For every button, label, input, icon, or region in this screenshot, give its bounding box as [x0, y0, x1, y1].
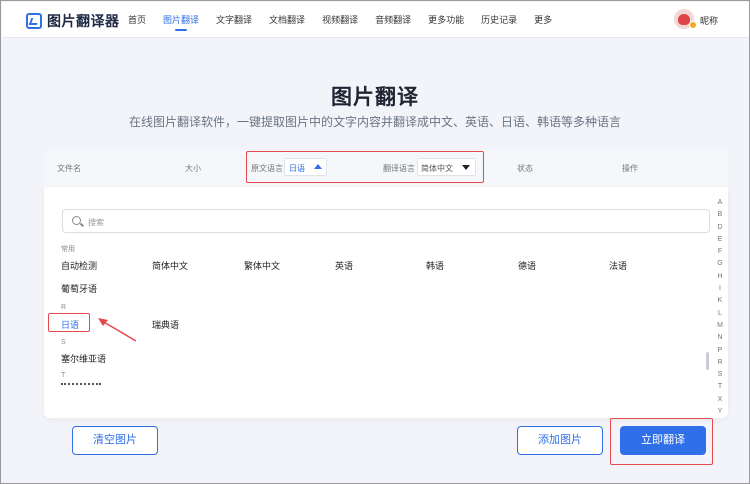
- file-table-card: 文件名 大小 原文语言 日语 翻译语言 简体中文 状态 操作 搜索 常用 自动检…: [44, 150, 728, 418]
- index-letter[interactable]: E: [715, 234, 725, 246]
- nav-item-doc-translate[interactable]: 文档翻译: [269, 2, 305, 38]
- index-letter[interactable]: F: [715, 246, 725, 258]
- logo[interactable]: 图片翻译器: [26, 11, 120, 31]
- dropdown-scrollbar[interactable]: [706, 352, 709, 370]
- index-letter[interactable]: T: [715, 381, 725, 393]
- nav-item-video-translate[interactable]: 视频翻译: [322, 2, 358, 38]
- index-letter[interactable]: X: [715, 394, 725, 406]
- nav-item-history[interactable]: 历史记录: [481, 2, 517, 38]
- lang-option-cut-off[interactable]: [61, 383, 101, 387]
- app-name: 图片翻译器: [47, 13, 120, 29]
- col-size: 大小: [185, 164, 201, 173]
- index-letter[interactable]: P: [715, 345, 725, 357]
- index-letter[interactable]: K: [715, 295, 725, 307]
- col-status: 状态: [517, 164, 533, 173]
- app-window: 图片翻译器 首页 图片翻译 文字翻译 文档翻译 视频翻译 音频翻译 更多功能 历…: [0, 0, 750, 484]
- translate-highlight-box: [610, 418, 713, 465]
- col-action: 操作: [622, 164, 638, 173]
- search-placeholder: 搜索: [88, 218, 104, 227]
- page-subtitle: 在线图片翻译软件，一键提取图片中的文字内容并翻译成中文、英语、日语、韩语等多种语…: [128, 115, 621, 129]
- index-letter[interactable]: A: [715, 197, 725, 209]
- selected-highlight-box: [48, 313, 90, 332]
- alphabet-index: A B D E F G H I K L M N P R S T X Y: [715, 197, 725, 418]
- lang-option-fr[interactable]: 法语: [609, 259, 627, 272]
- col-filename: 文件名: [57, 164, 81, 173]
- index-letter[interactable]: H: [715, 271, 725, 283]
- top-header: 图片翻译器 首页 图片翻译 文字翻译 文档翻译 视频翻译 音频翻译 更多功能 历…: [2, 2, 749, 38]
- nav-item-text-translate[interactable]: 文字翻译: [216, 2, 252, 38]
- index-letter[interactable]: R: [715, 357, 725, 369]
- index-letter[interactable]: L: [715, 308, 725, 320]
- index-letter[interactable]: S: [715, 369, 725, 381]
- pointer-arrow-icon: [98, 318, 137, 342]
- vip-badge-icon: [689, 21, 697, 29]
- lang-option-ko[interactable]: 韩语: [426, 259, 444, 272]
- main-nav: 首页 图片翻译 文字翻译 文档翻译 视频翻译 音频翻译 更多功能 历史记录 更多: [128, 2, 569, 38]
- lang-option-pt[interactable]: 葡萄牙语: [61, 282, 97, 295]
- index-letter[interactable]: G: [715, 258, 725, 270]
- table-header: 文件名 大小 原文语言 日语 翻译语言 简体中文 状态 操作: [44, 150, 728, 187]
- group-label-t: T: [61, 372, 66, 379]
- group-label-s: S: [61, 339, 66, 346]
- language-dropdown: 搜索 常用 自动检测 简体中文 繁体中文 英语 韩语 德语 法语 葡萄牙语 R …: [44, 187, 728, 418]
- lang-option-de[interactable]: 德语: [518, 259, 536, 272]
- index-letter[interactable]: B: [715, 209, 725, 221]
- user-nickname[interactable]: 昵称: [700, 14, 718, 27]
- nav-item-audio-translate[interactable]: 音频翻译: [375, 2, 411, 38]
- language-highlight-box: [246, 151, 484, 183]
- nav-item-more-features[interactable]: 更多功能: [428, 2, 464, 38]
- group-label-r: R: [61, 304, 67, 311]
- lang-option-zh-hant[interactable]: 繁体中文: [244, 259, 280, 272]
- clear-images-button[interactable]: 清空图片: [72, 426, 158, 455]
- lang-option-zh-hans[interactable]: 简体中文: [152, 259, 188, 272]
- index-letter[interactable]: D: [715, 222, 725, 234]
- nav-item-image-translate[interactable]: 图片翻译: [163, 2, 199, 38]
- group-label-common: 常用: [61, 246, 75, 253]
- index-letter[interactable]: Y: [715, 406, 725, 418]
- lang-option-sv[interactable]: 瑞典语: [152, 318, 179, 331]
- lang-option-sr[interactable]: 塞尔维亚语: [61, 352, 106, 365]
- lang-option-en[interactable]: 英语: [335, 259, 353, 272]
- nav-item-home[interactable]: 首页: [128, 2, 146, 38]
- page-title: 图片翻译: [331, 86, 419, 109]
- language-search-input[interactable]: 搜索: [62, 209, 710, 233]
- add-image-button[interactable]: 添加图片: [517, 426, 603, 455]
- index-letter[interactable]: M: [715, 320, 725, 332]
- index-letter[interactable]: I: [715, 283, 725, 295]
- search-icon: [72, 216, 81, 225]
- nav-item-more[interactable]: 更多: [534, 2, 552, 38]
- image-logo-icon: [26, 13, 42, 29]
- lang-option-auto[interactable]: 自动检测: [61, 259, 97, 272]
- index-letter[interactable]: N: [715, 332, 725, 344]
